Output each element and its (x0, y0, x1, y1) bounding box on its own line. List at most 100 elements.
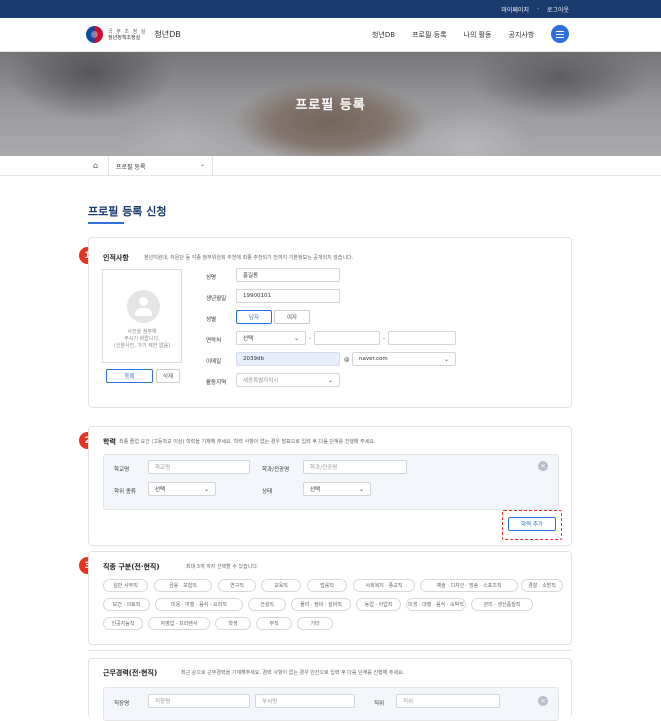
occupation-chip[interactable]: 법률직 (307, 579, 347, 592)
photo-note-line: 주시기 바랍니다. (124, 336, 160, 342)
status-label: 상태 (262, 489, 273, 495)
nav-my-activity[interactable]: 나의 활동 (464, 30, 492, 40)
gender-label: 성별 (206, 317, 217, 323)
photo-box[interactable]: 사진을 첨부해 주시기 바랍니다. (신분사진, 가기 제한 없음) (102, 269, 182, 363)
close-icon[interactable]: × (538, 696, 548, 706)
section-title: 학력 (103, 438, 116, 446)
close-icon[interactable]: × (538, 461, 548, 471)
occupation-chip[interactable]: 보건 · 의료직 (103, 598, 150, 611)
email-domain-value: naver.com (359, 356, 388, 362)
career-entry: 직장명 직장명 부서명 직위 직위 × (103, 687, 559, 721)
school-label: 학교명 (114, 467, 130, 473)
position-input[interactable]: 직위 (396, 694, 500, 708)
company-input[interactable]: 직장명 (148, 694, 250, 708)
section-description: 최종 졸업 요건 (고등학교 이상) 학력을 기재해 주세요. 학력 사항이 없… (119, 439, 376, 445)
occupation-chip[interactable]: 사회복지 · 종교직 (353, 579, 415, 592)
section-divider (88, 650, 572, 651)
phone-dash: - (383, 336, 385, 342)
occupation-chip[interactable]: 미생 · 대행 · 음식 · 숙박직 (406, 598, 466, 611)
region-select[interactable]: 세종특별자치시 ⌄ (236, 373, 340, 387)
photo-delete-button[interactable]: 삭제 (156, 369, 180, 383)
section-title: 인적사항 (103, 254, 129, 262)
chevron-down-icon: ⌄ (327, 377, 333, 384)
occupation-chip[interactable]: 자영업 · 프리랜서 (148, 617, 210, 630)
occupation-chip[interactable]: 교육직 (261, 579, 301, 592)
email-id-field[interactable]: 2039db (236, 352, 340, 366)
occupation-chip[interactable]: 미용 · 여행 · 음식 · 요리직 (155, 598, 243, 611)
main-nav: 청년DB 프로필 등록 나의 활동 공지사항 (372, 30, 534, 40)
page-title: 프로필 등록 신청 (88, 205, 167, 218)
major-input[interactable]: 학과/전공명 (303, 460, 407, 474)
occupation-chip[interactable]: 학생 (215, 617, 251, 630)
occupation-chip[interactable]: 관리 · 생산품질직 (471, 598, 533, 611)
occupation-chip[interactable]: 건설직 (248, 598, 286, 611)
phone-prefix-value: 선택 (243, 336, 254, 342)
chevron-down-icon: ⌄ (293, 335, 299, 342)
occupation-chip[interactable]: 일반 사무직 (103, 579, 148, 592)
occupation-chip[interactable]: 금융 · 보험직 (154, 579, 212, 592)
region-value: 세종특별자치시 (243, 378, 279, 384)
occupation-chip[interactable]: 연구직 (218, 579, 256, 592)
photo-note-line: 사진을 첨부해 (127, 329, 157, 335)
user-avatar-icon (127, 290, 160, 323)
chevron-down-icon: ⌄ (203, 486, 209, 493)
occupation-chip[interactable]: 농업 · 어업직 (356, 598, 401, 611)
logout-link[interactable]: 로그아웃 (547, 5, 569, 14)
department-input[interactable]: 부서명 (255, 694, 355, 708)
education-entry: 학교명 학교명 학과/전공명 학과/전공명 × 학위 종류 선택 ⌄ 상태 선택… (103, 454, 559, 510)
company-label: 직장명 (114, 701, 130, 707)
occupation-chip[interactable]: 물리 · 정비 · 설비직 (291, 598, 351, 611)
phone-prefix-select[interactable]: 선택 ⌄ (236, 331, 306, 345)
personal-info-section: 인적사항 청년지원대, 자문단 등 각종 정부위원회 추천에 최종 추천되기 전… (88, 237, 572, 408)
breadcrumb-current[interactable]: 프로필 등록 (116, 162, 146, 171)
occupation-chip[interactable]: 경찰 · 소방직 (521, 579, 563, 592)
occupation-chip[interactable]: 기타 (297, 617, 333, 630)
home-icon[interactable]: ⌂ (93, 161, 102, 170)
degree-label: 학위 종류 (114, 489, 136, 495)
gender-male-button[interactable]: 남자 (236, 310, 272, 324)
school-input[interactable]: 학교명 (148, 460, 250, 474)
birth-field[interactable]: 19900101 (236, 289, 340, 303)
site-header: 국 무 조 정 실 청년정책조정실 청년DB 청년DB 프로필 등록 나의 활동… (0, 18, 661, 52)
title-underline (88, 222, 124, 224)
hero-banner: 프로필 등록 (0, 52, 661, 156)
occupation-chip[interactable]: 인공지능직 (103, 617, 143, 630)
site-logo[interactable]: 국 무 조 정 실 청년정책조정실 청년DB (86, 26, 181, 43)
name-label: 성명 (206, 275, 217, 281)
phone-middle-field[interactable] (314, 331, 380, 345)
add-education-button[interactable]: 학력 추가 (508, 517, 556, 531)
site-name: 청년DB (154, 30, 181, 39)
degree-select[interactable]: 선택 ⌄ (148, 482, 216, 496)
photo-note-line: (신분사진, 가기 제한 없음) (113, 343, 171, 349)
occupation-chip[interactable]: 예술 · 디자인 · 방송 · 스포츠직 (420, 579, 518, 592)
breadcrumb-divider (108, 156, 109, 176)
government-emblem-icon (86, 26, 103, 43)
photo-register-button[interactable]: 등록 (106, 369, 153, 383)
mypage-link[interactable]: 마이페이지 (501, 5, 529, 14)
nav-notice[interactable]: 공지사항 (509, 30, 535, 40)
email-domain-select[interactable]: naver.com ⌄ (352, 352, 456, 366)
org-name: 국 무 조 정 실 청년정책조정실 (108, 29, 146, 41)
gender-female-button[interactable]: 여자 (274, 310, 310, 324)
education-section: 학력 최종 졸업 요건 (고등학교 이상) 학력을 기재해 주세요. 학력 사항… (88, 426, 572, 546)
name-field[interactable]: 홍길동 (236, 268, 340, 282)
email-at: @ (344, 357, 350, 363)
status-select[interactable]: 선택 ⌄ (303, 482, 371, 496)
nav-youth-db[interactable]: 청년DB (372, 30, 395, 40)
section-title: 직종 구분(전·현직) (103, 563, 160, 571)
breadcrumb-divider (212, 156, 213, 176)
email-label: 이메일 (206, 359, 222, 365)
status-value: 선택 (310, 487, 321, 493)
chevron-down-icon[interactable]: ⌄ (200, 161, 205, 168)
major-label: 학과/전공명 (262, 467, 290, 473)
hamburger-menu-icon[interactable] (551, 25, 569, 43)
phone-last-field[interactable] (388, 331, 456, 345)
utility-separator: · (536, 5, 539, 13)
chevron-down-icon: ⌄ (443, 356, 449, 363)
occupation-section: 직종 구분(전·현직) 최대 3개 까지 선택할 수 있습니다. 일반 사무직 … (88, 551, 572, 645)
section-description: 최근 순으로 근무경력을 기재해주세요. 경력 사항이 없는 경우 빈칸으로 입… (181, 670, 405, 676)
occupation-chip[interactable]: 무직 (256, 617, 292, 630)
section-description: 청년지원대, 자문단 등 각종 정부위원회 추천에 최종 추천되기 전까지 기본… (144, 255, 354, 261)
nav-profile-register[interactable]: 프로필 등록 (412, 30, 446, 40)
breadcrumb: ⌂ 프로필 등록 ⌄ (0, 156, 661, 176)
